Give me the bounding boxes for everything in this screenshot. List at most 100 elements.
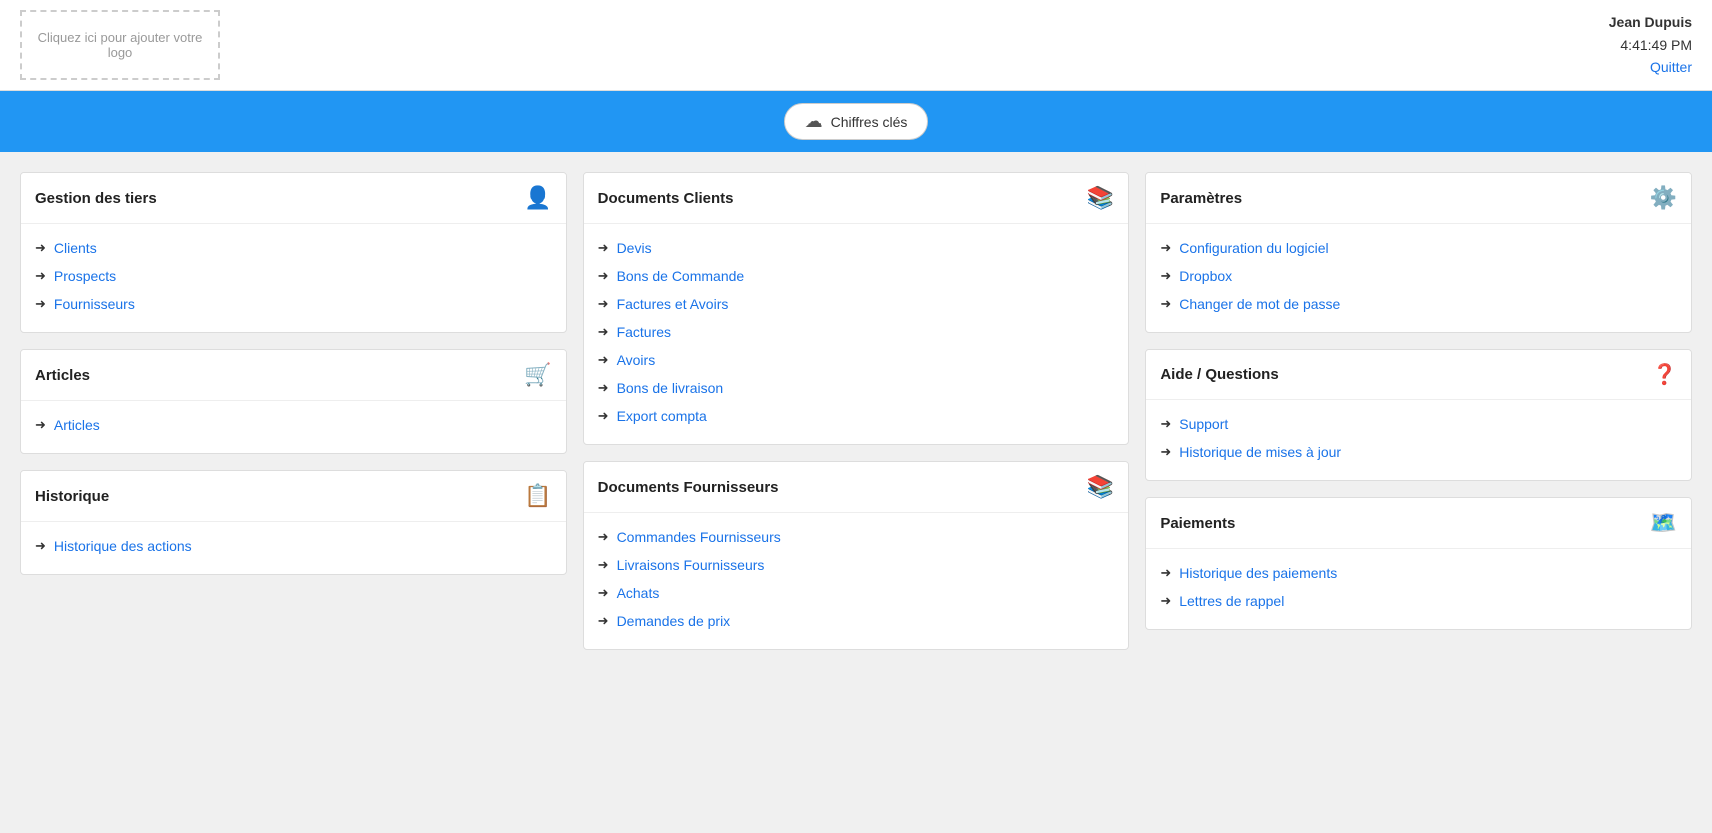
card-body-historique: ➜Historique des actions bbox=[21, 522, 566, 574]
doc-clients-icon: 📚 bbox=[1087, 185, 1114, 211]
link-demandes-prix[interactable]: ➜Demandes de prix bbox=[598, 607, 1115, 635]
logo-placeholder[interactable]: Cliquez ici pour ajouter votre logo bbox=[20, 10, 220, 80]
link-livraisons-fournisseurs[interactable]: ➜Livraisons Fournisseurs bbox=[598, 551, 1115, 579]
arrow-icon: ➜ bbox=[598, 240, 609, 256]
link-dropbox[interactable]: ➜Dropbox bbox=[1160, 262, 1677, 290]
arrow-icon: ➜ bbox=[598, 296, 609, 312]
card-body-doc-clients: ➜Devis ➜Bons de Commande ➜Factures et Av… bbox=[584, 224, 1129, 444]
navbar: ☁ Chiffres clés bbox=[0, 91, 1712, 152]
arrow-icon: ➜ bbox=[1160, 593, 1171, 609]
arrow-icon: ➜ bbox=[1160, 240, 1171, 256]
card-title-historique: Historique bbox=[35, 488, 109, 505]
card-title-aide: Aide / Questions bbox=[1160, 366, 1278, 383]
card-title-parametres: Paramètres bbox=[1160, 190, 1242, 207]
card-header-paiements: Paiements 🗺️ bbox=[1146, 498, 1691, 549]
arrow-icon: ➜ bbox=[1160, 416, 1171, 432]
arrow-icon: ➜ bbox=[598, 557, 609, 573]
card-title-gestion: Gestion des tiers bbox=[35, 190, 157, 207]
card-paiements: Paiements 🗺️ ➜Historique des paiements ➜… bbox=[1145, 497, 1692, 630]
link-configuration[interactable]: ➜Configuration du logiciel bbox=[1160, 234, 1677, 262]
card-documents-fournisseurs: Documents Fournisseurs 📚 ➜Commandes Four… bbox=[583, 461, 1130, 650]
card-title-paiements: Paiements bbox=[1160, 515, 1235, 532]
card-historique: Historique 📋 ➜Historique des actions bbox=[20, 470, 567, 575]
link-export-compta[interactable]: ➜Export compta bbox=[598, 402, 1115, 430]
column-left: Gestion des tiers 👤 ➜Clients ➜Prospects … bbox=[20, 172, 567, 575]
link-avoirs[interactable]: ➜Avoirs bbox=[598, 346, 1115, 374]
card-header-doc-fournisseurs: Documents Fournisseurs 📚 bbox=[584, 462, 1129, 513]
arrow-icon: ➜ bbox=[35, 268, 46, 284]
column-right: Paramètres ⚙️ ➜Configuration du logiciel… bbox=[1145, 172, 1692, 630]
articles-icon: 🛒 bbox=[524, 362, 551, 388]
arrow-icon: ➜ bbox=[35, 296, 46, 312]
arrow-icon: ➜ bbox=[35, 417, 46, 433]
link-devis[interactable]: ➜Devis bbox=[598, 234, 1115, 262]
card-body-parametres: ➜Configuration du logiciel ➜Dropbox ➜Cha… bbox=[1146, 224, 1691, 332]
arrow-icon: ➜ bbox=[598, 380, 609, 396]
card-header-historique: Historique 📋 bbox=[21, 471, 566, 522]
card-title-articles: Articles bbox=[35, 367, 90, 384]
link-factures-avoirs[interactable]: ➜Factures et Avoirs bbox=[598, 290, 1115, 318]
link-fournisseurs[interactable]: ➜Fournisseurs bbox=[35, 290, 552, 318]
card-body-doc-fournisseurs: ➜Commandes Fournisseurs ➜Livraisons Four… bbox=[584, 513, 1129, 649]
card-header-aide: Aide / Questions ❓ bbox=[1146, 350, 1691, 400]
card-documents-clients: Documents Clients 📚 ➜Devis ➜Bons de Comm… bbox=[583, 172, 1130, 445]
arrow-icon: ➜ bbox=[598, 408, 609, 424]
arrow-icon: ➜ bbox=[598, 585, 609, 601]
card-title-doc-fournisseurs: Documents Fournisseurs bbox=[598, 479, 779, 496]
card-gestion-des-tiers: Gestion des tiers 👤 ➜Clients ➜Prospects … bbox=[20, 172, 567, 333]
link-bons-commande[interactable]: ➜Bons de Commande bbox=[598, 262, 1115, 290]
clock: 4:41:49 PM bbox=[1609, 34, 1692, 56]
main-content: Gestion des tiers 👤 ➜Clients ➜Prospects … bbox=[0, 152, 1712, 670]
arrow-icon: ➜ bbox=[1160, 444, 1171, 460]
card-header-parametres: Paramètres ⚙️ bbox=[1146, 173, 1691, 224]
arrow-icon: ➜ bbox=[598, 268, 609, 284]
arrow-icon: ➜ bbox=[598, 613, 609, 629]
link-achats[interactable]: ➜Achats bbox=[598, 579, 1115, 607]
doc-fournisseurs-icon: 📚 bbox=[1087, 474, 1114, 500]
card-parametres: Paramètres ⚙️ ➜Configuration du logiciel… bbox=[1145, 172, 1692, 333]
link-support[interactable]: ➜Support bbox=[1160, 410, 1677, 438]
arrow-icon: ➜ bbox=[598, 324, 609, 340]
link-clients[interactable]: ➜Clients bbox=[35, 234, 552, 262]
username: Jean Dupuis bbox=[1609, 11, 1692, 33]
card-title-doc-clients: Documents Clients bbox=[598, 190, 734, 207]
arrow-icon: ➜ bbox=[1160, 268, 1171, 284]
card-body-articles: ➜Articles bbox=[21, 401, 566, 453]
link-changer-mdp[interactable]: ➜Changer de mot de passe bbox=[1160, 290, 1677, 318]
card-articles: Articles 🛒 ➜Articles bbox=[20, 349, 567, 454]
cloud-icon: ☁ bbox=[805, 111, 823, 132]
link-historique-paiements[interactable]: ➜Historique des paiements bbox=[1160, 559, 1677, 587]
card-aide: Aide / Questions ❓ ➜Support ➜Historique … bbox=[1145, 349, 1692, 481]
arrow-icon: ➜ bbox=[598, 529, 609, 545]
quit-link[interactable]: Quitter bbox=[1650, 59, 1692, 75]
arrow-icon: ➜ bbox=[598, 352, 609, 368]
link-prospects[interactable]: ➜Prospects bbox=[35, 262, 552, 290]
link-bons-livraison[interactable]: ➜Bons de livraison bbox=[598, 374, 1115, 402]
historique-icon: 📋 bbox=[524, 483, 551, 509]
aide-icon: ❓ bbox=[1652, 362, 1677, 387]
link-historique-mises-a-jour[interactable]: ➜Historique de mises à jour bbox=[1160, 438, 1677, 466]
card-header-gestion: Gestion des tiers 👤 bbox=[21, 173, 566, 224]
link-commandes-fournisseurs[interactable]: ➜Commandes Fournisseurs bbox=[598, 523, 1115, 551]
gestion-icon: 👤 bbox=[524, 185, 551, 211]
link-factures[interactable]: ➜Factures bbox=[598, 318, 1115, 346]
arrow-icon: ➜ bbox=[1160, 296, 1171, 312]
chiffres-cles-button[interactable]: ☁ Chiffres clés bbox=[784, 103, 929, 140]
arrow-icon: ➜ bbox=[1160, 565, 1171, 581]
link-historique-actions[interactable]: ➜Historique des actions bbox=[35, 532, 552, 560]
chiffres-cles-label: Chiffres clés bbox=[831, 114, 908, 130]
card-header-doc-clients: Documents Clients 📚 bbox=[584, 173, 1129, 224]
parametres-icon: ⚙️ bbox=[1650, 185, 1677, 211]
column-middle: Documents Clients 📚 ➜Devis ➜Bons de Comm… bbox=[583, 172, 1130, 650]
card-body-gestion: ➜Clients ➜Prospects ➜Fournisseurs bbox=[21, 224, 566, 332]
card-header-articles: Articles 🛒 bbox=[21, 350, 566, 401]
paiements-icon: 🗺️ bbox=[1650, 510, 1677, 536]
arrow-icon: ➜ bbox=[35, 240, 46, 256]
arrow-icon: ➜ bbox=[35, 538, 46, 554]
link-articles[interactable]: ➜Articles bbox=[35, 411, 552, 439]
card-body-paiements: ➜Historique des paiements ➜Lettres de ra… bbox=[1146, 549, 1691, 629]
link-lettres-rappel[interactable]: ➜Lettres de rappel bbox=[1160, 587, 1677, 615]
user-info: Jean Dupuis 4:41:49 PM Quitter bbox=[1609, 11, 1692, 78]
card-body-aide: ➜Support ➜Historique de mises à jour bbox=[1146, 400, 1691, 480]
header: Cliquez ici pour ajouter votre logo Jean… bbox=[0, 0, 1712, 91]
